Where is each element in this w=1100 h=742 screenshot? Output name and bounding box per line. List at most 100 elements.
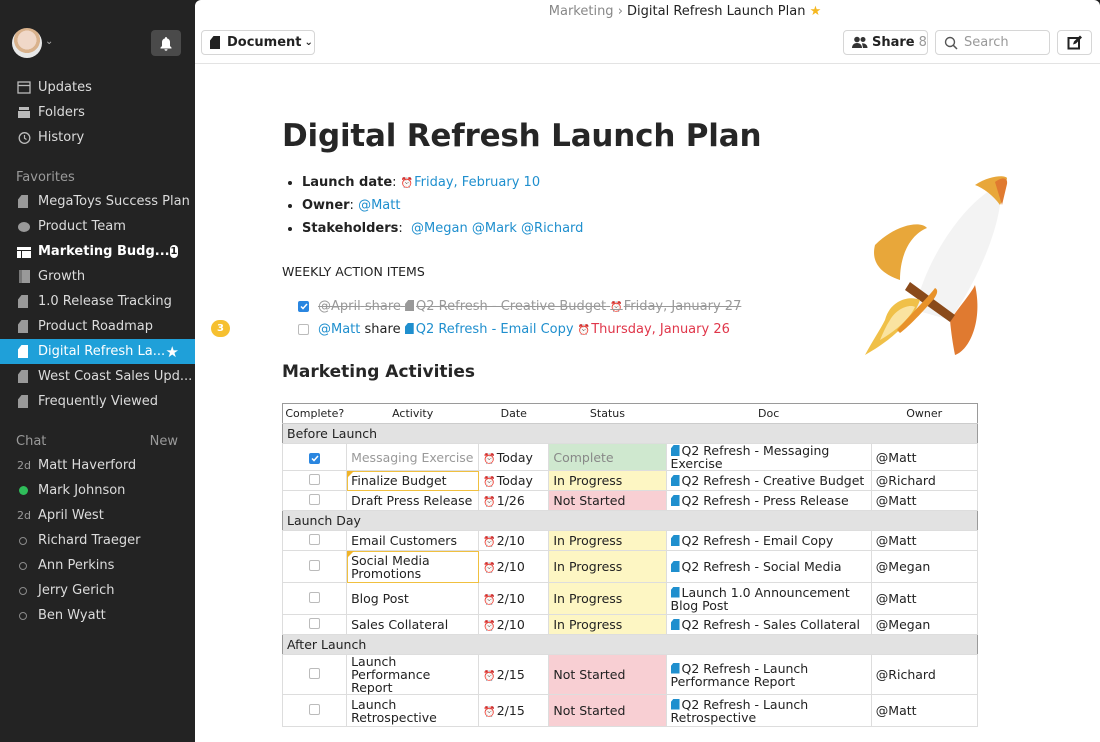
favorite-item[interactable]: 1.0 Release Tracking [0,289,195,314]
owner-cell[interactable]: @Richard [870,654,979,695]
row-checkbox[interactable] [309,534,321,545]
status-cell[interactable]: In Progress [548,470,667,491]
task-mention[interactable]: @Matt [318,322,360,337]
column-header[interactable]: Owner [871,403,978,424]
status-cell[interactable]: In Progress [548,582,667,615]
column-header[interactable]: Activity [346,403,479,424]
task-checkbox-checked[interactable] [298,301,309,312]
user-avatar[interactable] [12,28,42,58]
chat-item[interactable]: Ann Perkins [0,553,195,578]
date-cell[interactable]: ⏰2/10 [478,550,550,583]
favorite-item[interactable]: Marketing Budg... 1 [0,239,195,264]
launch-date-value[interactable]: ⏰Friday, February 10 [401,175,540,190]
owner-cell[interactable]: @Matt [870,490,979,511]
doc-link-cell[interactable]: Q2 Refresh - Social Media [665,550,872,583]
nav-history[interactable]: History [0,125,195,150]
owner-cell[interactable]: @Matt [870,530,979,551]
owner-cell[interactable]: @Megan [870,614,979,635]
status-cell[interactable]: Not Started [548,490,667,511]
chevron-down-icon[interactable]: ⌄ [45,36,53,47]
owner-cell[interactable]: @Matt [870,582,979,615]
row-checkbox[interactable] [309,592,321,603]
favorite-item[interactable]: Growth [0,264,195,289]
share-button[interactable]: Share 8 [843,30,928,55]
favorite-item-active[interactable]: Digital Refresh La... ★ [0,339,195,364]
date-cell[interactable]: ⏰Today [478,470,550,491]
status-cell[interactable]: In Progress [548,614,667,635]
row-checkbox[interactable] [309,494,321,505]
favorite-item[interactable]: Frequently Viewed [0,389,195,414]
activity-cell[interactable]: Messaging Exercise [346,443,480,471]
compose-button[interactable] [1057,30,1092,55]
row-checkbox[interactable] [309,474,321,485]
owner-cell[interactable]: @Richard [870,470,979,491]
status-cell[interactable]: In Progress [548,550,667,583]
favorite-item[interactable]: Product Team [0,214,195,239]
column-header[interactable]: Status [548,403,667,424]
doc-link-cell[interactable]: Q2 Refresh - Press Release [665,490,872,511]
favorite-item[interactable]: MegaToys Success Plan [0,189,195,214]
task-due-date[interactable]: ⏰Thursday, January 26 [578,322,730,337]
star-icon[interactable]: ★ [810,4,822,19]
status-cell[interactable]: Not Started [548,694,667,727]
chat-item[interactable]: 2d Matt Haverford [0,453,195,478]
comment-count-badge[interactable]: 3 [211,320,230,337]
stakeholders-mentions[interactable]: @Megan @Mark @Richard [411,221,583,236]
activity-cell[interactable]: Finalize Budget [346,470,480,491]
row-checkbox[interactable] [309,618,321,629]
activity-cell[interactable]: Social Media Promotions [346,550,480,583]
date-cell[interactable]: ⏰1/26 [478,490,550,511]
doc-link-cell[interactable]: Q2 Refresh - Email Copy [665,530,872,551]
column-header[interactable]: Doc [666,403,872,424]
chat-item[interactable]: Jerry Gerich [0,578,195,603]
owner-cell[interactable]: @Megan [870,550,979,583]
document-title[interactable]: Digital Refresh Launch Plan [282,118,762,154]
activity-cell[interactable]: Blog Post [346,582,480,615]
owner-cell[interactable]: @Matt [870,443,979,471]
chat-item[interactable]: Ben Wyatt [0,603,195,628]
notifications-button[interactable] [151,30,181,56]
chat-item[interactable]: Mark Johnson [0,478,195,503]
date-cell[interactable]: ⏰2/10 [478,530,550,551]
doc-link-cell[interactable]: Q2 Refresh - Creative Budget [665,470,872,491]
new-chat-button[interactable]: New [150,434,178,449]
doc-link-cell[interactable]: Launch 1.0 Announcement Blog Post [665,582,872,615]
activity-cell[interactable]: Email Customers [346,530,480,551]
status-cell[interactable]: In Progress [548,530,667,551]
task-checkbox[interactable] [298,324,309,335]
row-checkbox[interactable] [309,668,321,679]
status-cell[interactable]: Not Started [548,654,667,695]
nav-folders[interactable]: Folders [0,100,195,125]
date-cell[interactable]: ⏰2/10 [478,614,550,635]
row-checkbox-checked[interactable] [309,452,321,464]
column-header[interactable]: Date [478,403,549,424]
row-checkbox[interactable] [309,560,321,571]
doc-link-cell[interactable]: Q2 Refresh - Sales Collateral [665,614,872,635]
date-cell[interactable]: ⏰Today [478,443,550,471]
chat-item[interactable]: 2d April West [0,503,195,528]
activity-cell[interactable]: Draft Press Release [346,490,480,511]
doc-link-cell[interactable]: Q2 Refresh - Launch Retrospective [665,694,872,727]
chat-item[interactable]: Richard Traeger [0,528,195,553]
row-checkbox[interactable] [309,704,321,715]
owner-cell[interactable]: @Matt [870,694,979,727]
nav-updates[interactable]: Updates [0,75,195,100]
task-doc-link[interactable]: Q2 Refresh - Email Copy [404,322,574,337]
column-header[interactable]: Complete? [282,403,347,424]
breadcrumb-parent[interactable]: Marketing [549,4,614,19]
activity-cell[interactable]: Sales Collateral [346,614,480,635]
activity-cell[interactable]: Launch Performance Report [346,654,480,695]
task-text[interactable]: @April share Q2 Refresh - Creative Budge… [318,299,741,314]
date-cell[interactable]: ⏰2/15 [478,694,550,727]
date-cell[interactable]: ⏰2/15 [478,654,550,695]
date-cell[interactable]: ⏰2/10 [478,582,550,615]
doc-link-cell[interactable]: Q2 Refresh - Messaging Exercise [665,443,872,471]
star-icon[interactable]: ★ [166,343,179,361]
status-cell[interactable]: Complete [548,443,667,471]
search-input[interactable]: Search [935,30,1050,55]
activity-cell[interactable]: Launch Retrospective [346,694,480,727]
owner-mention[interactable]: @Matt [358,198,400,213]
favorite-item[interactable]: West Coast Sales Upd... [0,364,195,389]
favorite-item[interactable]: Product Roadmap [0,314,195,339]
document-menu-button[interactable]: Document ⌄ [201,30,315,55]
